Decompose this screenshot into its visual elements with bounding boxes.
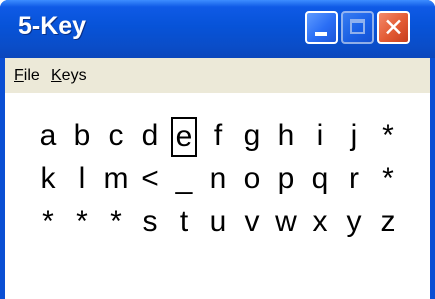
key-1-2[interactable]: b <box>69 117 95 155</box>
key-1-7[interactable]: g <box>239 117 265 155</box>
key-3-9[interactable]: x <box>307 203 333 241</box>
key-1-6[interactable]: f <box>205 117 231 155</box>
key-2-8[interactable]: p <box>273 160 299 198</box>
key-3-10[interactable]: y <box>341 203 367 241</box>
key-2-4[interactable]: < <box>137 160 163 198</box>
key-2-2[interactable]: l <box>69 160 95 198</box>
window-title: 5-Key <box>18 12 87 40</box>
maximize-icon <box>350 19 365 34</box>
key-3-3[interactable]: * <box>103 203 129 241</box>
menu-file-rest: ile <box>23 67 40 84</box>
key-2-7[interactable]: o <box>239 160 265 198</box>
key-2-5[interactable]: _ <box>171 160 197 198</box>
key-1-3[interactable]: c <box>103 117 129 155</box>
keyboard-area: a b c d e f g h i j * k l m < _ n o p q r * * * * s t u v w x y z <box>5 93 430 299</box>
app-window: 5-Key ✕ File Keys a b c d e f g h i j * k l m < _ n o p q r… <box>0 0 435 299</box>
menu-file-accel: F <box>14 67 24 84</box>
key-1-9[interactable]: i <box>307 117 333 155</box>
menu-file[interactable]: File <box>14 67 40 85</box>
menu-keys-accel: K <box>51 67 62 84</box>
key-1-1[interactable]: a <box>35 117 61 155</box>
close-button[interactable]: ✕ <box>377 11 410 44</box>
key-3-5[interactable]: t <box>171 203 197 241</box>
key-3-1[interactable]: * <box>35 203 61 241</box>
key-3-4[interactable]: s <box>137 203 163 241</box>
close-icon: ✕ <box>383 13 404 42</box>
key-3-2[interactable]: * <box>69 203 95 241</box>
menu-bar: File Keys <box>5 58 430 93</box>
minimize-icon <box>315 32 327 36</box>
menu-keys[interactable]: Keys <box>51 67 87 85</box>
title-bar[interactable]: 5-Key ✕ <box>0 0 435 58</box>
menu-keys-rest: eys <box>61 67 87 84</box>
key-2-6[interactable]: n <box>205 160 231 198</box>
key-1-4[interactable]: d <box>137 117 163 155</box>
key-3-7[interactable]: v <box>239 203 265 241</box>
key-1-10[interactable]: j <box>341 117 367 155</box>
key-2-11[interactable]: * <box>375 160 401 198</box>
key-3-8[interactable]: w <box>273 203 299 241</box>
key-1-11[interactable]: * <box>375 117 401 155</box>
key-2-3[interactable]: m <box>103 160 129 198</box>
minimize-button[interactable] <box>305 11 338 44</box>
key-3-11[interactable]: z <box>375 203 401 241</box>
key-2-9[interactable]: q <box>307 160 333 198</box>
key-2-10[interactable]: r <box>341 160 367 198</box>
key-1-8[interactable]: h <box>273 117 299 155</box>
key-1-5[interactable]: e <box>171 117 197 157</box>
key-2-1[interactable]: k <box>35 160 61 198</box>
maximize-button <box>341 11 374 44</box>
key-3-6[interactable]: u <box>205 203 231 241</box>
